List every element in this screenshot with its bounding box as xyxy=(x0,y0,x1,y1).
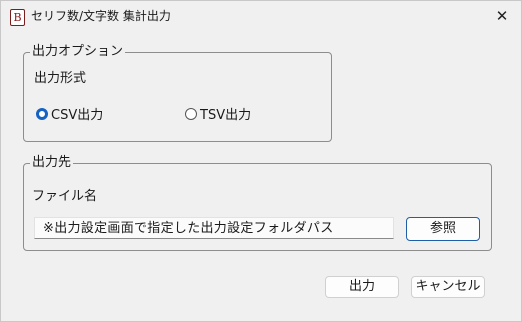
filename-label: ファイル名 xyxy=(32,189,98,204)
window-title: セリフ数/文字数 集計出力 xyxy=(31,9,171,23)
output-options-legend: 出力オプション xyxy=(32,44,124,59)
dialog-window: B セリフ数/文字数 集計出力 ✕ 出力オプション 出力形式 CSV出力 TSV… xyxy=(0,0,522,322)
title-bar: B セリフ数/文字数 集計出力 ✕ xyxy=(1,1,521,31)
output-format-label: 出力形式 xyxy=(34,71,87,86)
csv-radio[interactable]: CSV出力 xyxy=(36,104,103,123)
close-icon[interactable]: ✕ xyxy=(487,1,517,31)
output-button[interactable]: 出力 xyxy=(325,276,399,298)
csv-radio-label: CSV出力 xyxy=(51,108,104,123)
radio-checked-icon xyxy=(36,107,48,120)
browse-button[interactable]: 参照 xyxy=(406,217,480,241)
output-path-field[interactable]: ※出力設定画面で指定した出力設定フォルダパス xyxy=(34,217,394,239)
cancel-button[interactable]: キャンセル xyxy=(411,276,485,298)
tsv-radio-label: TSV出力 xyxy=(200,108,252,123)
output-destination-legend: 出力先 xyxy=(32,155,72,170)
tsv-radio[interactable]: TSV出力 xyxy=(185,104,251,123)
radio-unchecked-icon xyxy=(185,107,197,120)
output-options-group: 出力オプション xyxy=(23,45,332,142)
app-logo-icon: B xyxy=(10,9,25,26)
